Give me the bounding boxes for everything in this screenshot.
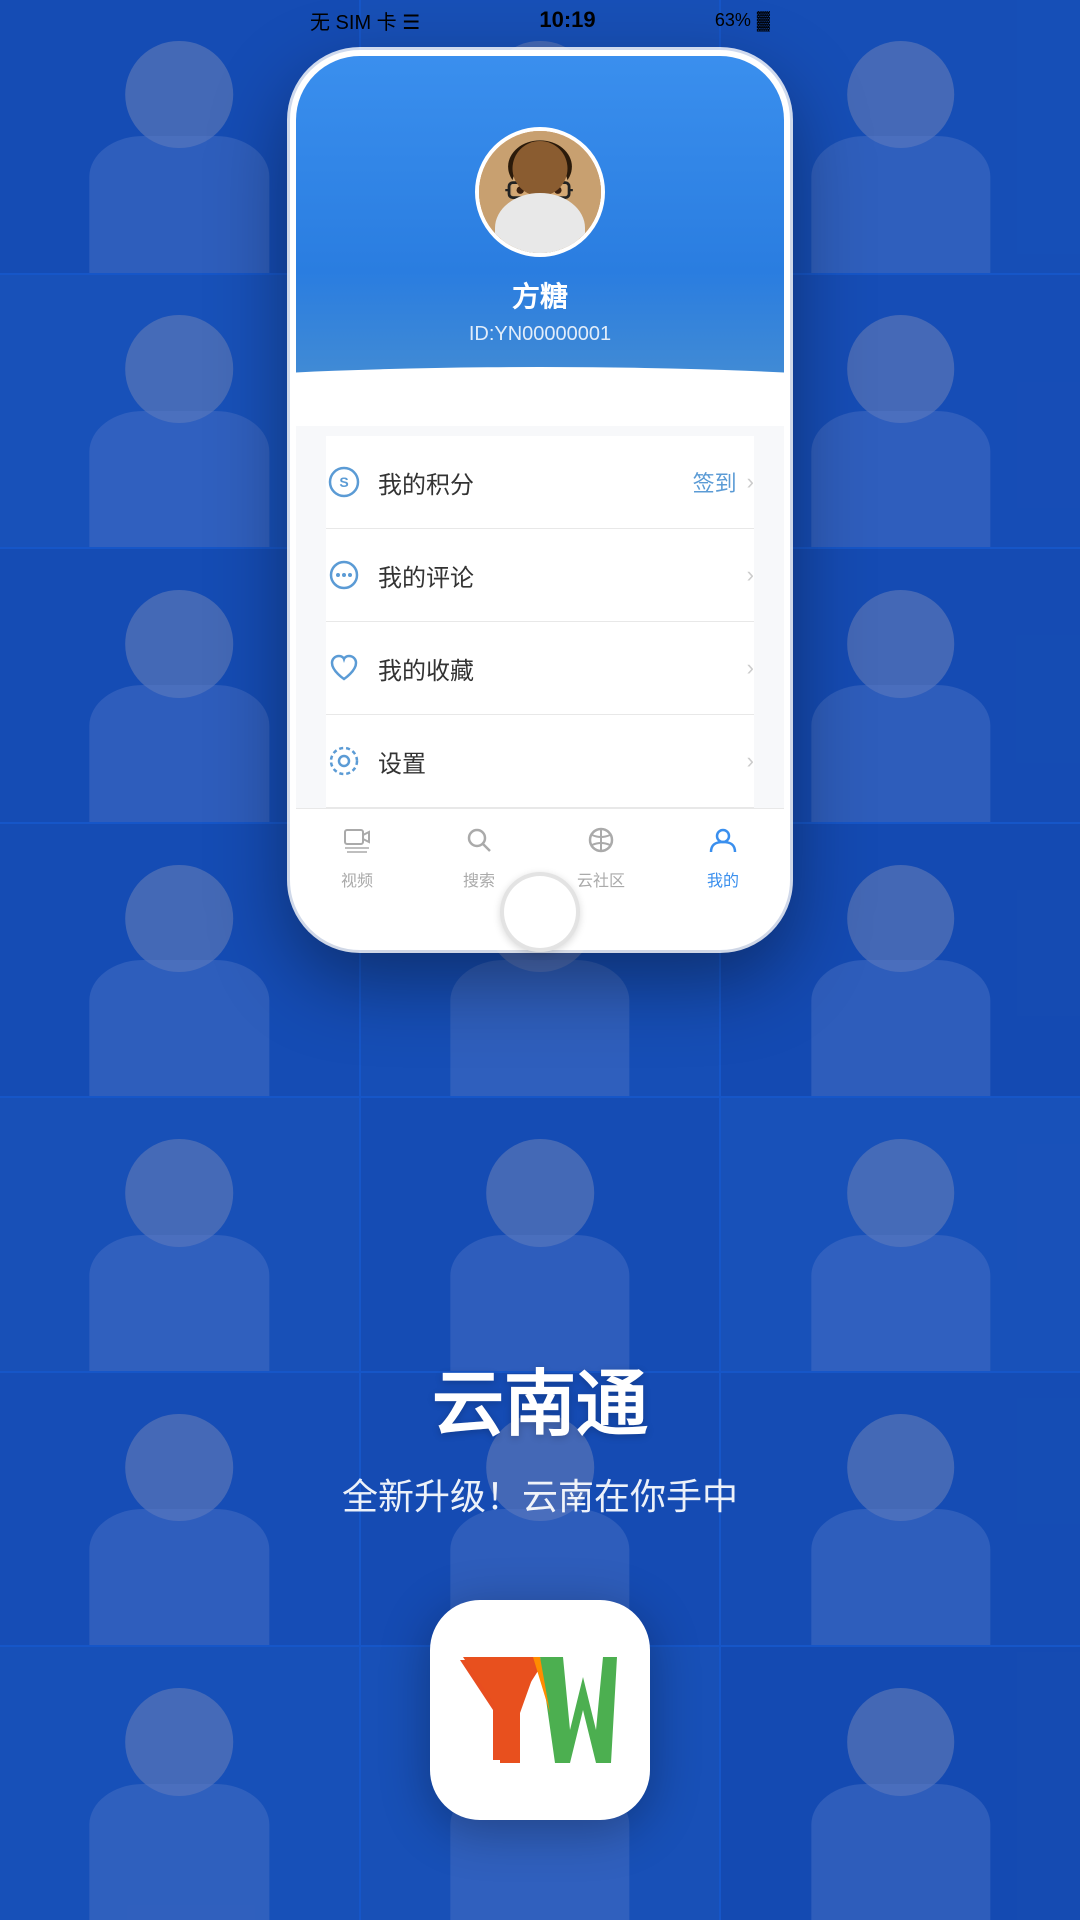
app-icon	[430, 1600, 650, 1820]
avatar	[475, 127, 605, 257]
community-tab-icon	[587, 826, 615, 861]
tab-videos[interactable]: 视频	[296, 809, 418, 908]
user-name: 方糖	[512, 275, 568, 315]
menu-right-points: 签到 ›	[693, 466, 754, 498]
menu-item-left: 我的评论	[326, 557, 474, 593]
menu-item-left: S 我的积分	[326, 464, 474, 500]
menu-item-left: 我的收藏	[326, 650, 474, 686]
mine-tab-icon	[709, 826, 737, 861]
tab-mine[interactable]: 我的	[662, 809, 784, 908]
search-tab-label: 搜索	[463, 867, 495, 891]
menu-right-comments: ›	[747, 562, 754, 588]
phone-frame: 方糖 ID:YN00000001 S	[290, 50, 790, 950]
settings-icon	[326, 743, 362, 779]
menu-content: S 我的积分 签到 ›	[296, 416, 784, 908]
videos-tab-icon	[343, 826, 371, 861]
home-button[interactable]	[500, 872, 580, 952]
menu-right-settings: ›	[747, 748, 754, 774]
points-icon: S	[326, 464, 362, 500]
chevron-icon: ›	[747, 469, 754, 495]
favorites-label: 我的收藏	[378, 651, 474, 686]
carrier-text: 无 SIM 卡 ☰	[310, 6, 420, 35]
menu-item-favorites[interactable]: 我的收藏 ›	[326, 622, 754, 715]
yw-logo	[455, 1645, 625, 1775]
points-label: 我的积分	[378, 465, 474, 500]
menu-right-favorites: ›	[747, 655, 754, 681]
videos-tab-label: 视频	[341, 867, 373, 891]
chevron-icon: ›	[747, 562, 754, 588]
battery-text: 63%	[715, 10, 751, 31]
app-promo: 云南通 全新升级！云南在你手中	[0, 1345, 1080, 1520]
phone-inner: S 我的积分 签到 ›	[296, 426, 784, 908]
app-subtitle: 全新升级！云南在你手中	[0, 1468, 1080, 1520]
comment-icon	[326, 557, 362, 593]
time-display: 10:19	[539, 7, 595, 33]
phone-mockup: 方糖 ID:YN00000001 S	[290, 50, 790, 950]
avatar-image	[479, 131, 601, 253]
chevron-icon: ›	[747, 748, 754, 774]
chevron-icon: ›	[747, 655, 754, 681]
community-tab-label: 云社区	[577, 867, 625, 891]
menu-list: S 我的积分 签到 ›	[296, 426, 784, 808]
heart-icon	[326, 650, 362, 686]
menu-item-comments[interactable]: 我的评论 ›	[326, 529, 754, 622]
mine-tab-label: 我的	[707, 867, 739, 891]
settings-label: 设置	[378, 744, 426, 779]
svg-text:S: S	[339, 474, 348, 490]
battery-icon: ▓	[757, 10, 770, 31]
checkin-text[interactable]: 签到	[693, 466, 737, 498]
comments-label: 我的评论	[378, 558, 474, 593]
menu-item-points[interactable]: S 我的积分 签到 ›	[326, 436, 754, 529]
status-bar: 无 SIM 卡 ☰ 10:19 63% ▓	[290, 0, 790, 40]
menu-item-settings[interactable]: 设置 ›	[326, 715, 754, 808]
battery-indicator: 63% ▓	[715, 10, 770, 31]
app-title: 云南通	[0, 1345, 1080, 1450]
profile-header: 方糖 ID:YN00000001	[296, 56, 784, 416]
menu-item-left: 设置	[326, 743, 426, 779]
search-tab-icon	[465, 826, 493, 861]
user-id: ID:YN00000001	[469, 323, 611, 346]
